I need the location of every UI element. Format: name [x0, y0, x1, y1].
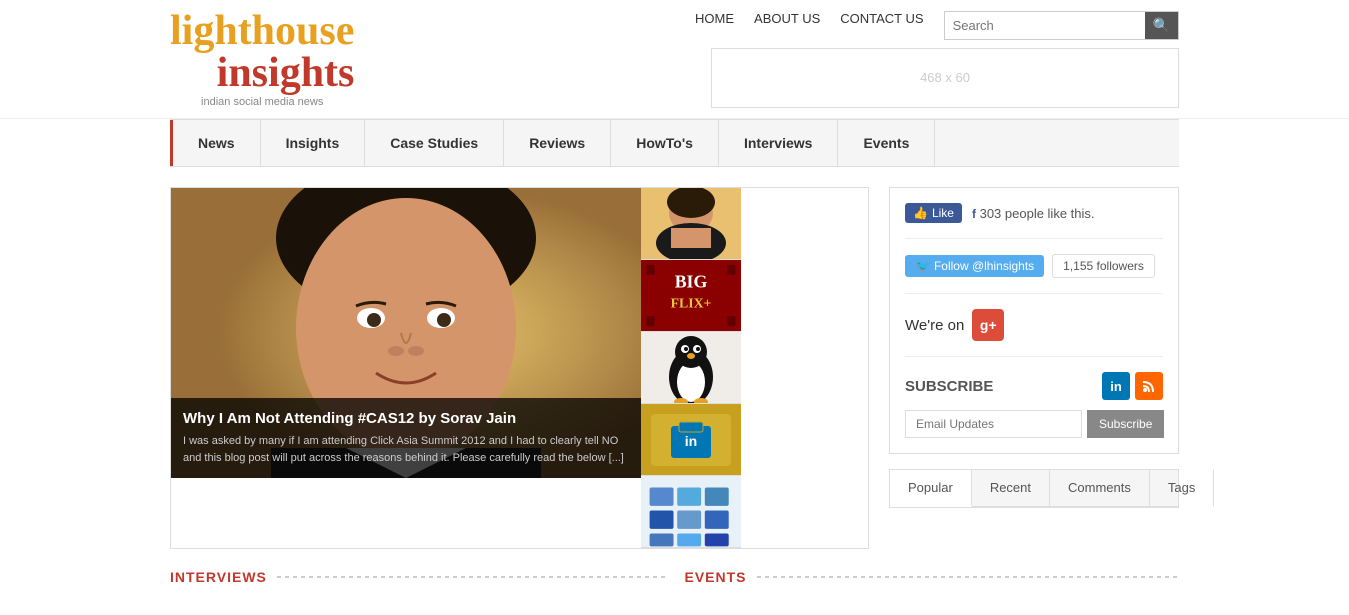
facebook-like-button[interactable]: 👍 Like	[905, 203, 962, 223]
fb-logo-icon: f	[972, 207, 976, 221]
twitter-follow-row: 🐦 Follow @lhinsights 1,155 followers	[905, 254, 1163, 294]
search-button[interactable]: 🔍	[1145, 12, 1178, 39]
tab-recent[interactable]: Recent	[972, 470, 1050, 506]
svg-text:BIG: BIG	[675, 272, 708, 292]
events-section: EVENTS	[685, 569, 1180, 595]
fb-count-text: 303 people like this.	[980, 206, 1095, 221]
events-header: EVENTS	[685, 569, 1180, 585]
nav-item-news[interactable]: News	[170, 120, 261, 166]
events-title: EVENTS	[685, 569, 747, 585]
sidebar-social-box: 👍 Like f 303 people like this. 🐦 Follow …	[889, 187, 1179, 454]
twitter-bird-icon: 🐦	[915, 259, 930, 273]
interviews-header: INTERVIEWS	[170, 569, 665, 585]
gplus-label: We're on	[905, 317, 964, 334]
featured-inner: Why I Am Not Attending #CAS12 by Sorav J…	[171, 188, 868, 548]
nav-item-reviews[interactable]: Reviews	[504, 120, 611, 166]
thumbnail-1[interactable]	[641, 188, 741, 260]
featured-caption: Why I Am Not Attending #CAS12 by Sorav J…	[171, 398, 641, 478]
subscribe-section: SUBSCRIBE in Subscri	[905, 372, 1163, 438]
search-input[interactable]	[945, 13, 1145, 38]
google-plus-row: We're on g+	[905, 309, 1163, 357]
interviews-section: INTERVIEWS	[170, 569, 665, 595]
subscribe-title: SUBSCRIBE	[905, 378, 993, 395]
thumbnail-5[interactable]	[641, 476, 741, 548]
logo[interactable]: lighthouse insights indian social media …	[170, 10, 354, 108]
sidebar: 👍 Like f 303 people like this. 🐦 Follow …	[889, 187, 1179, 549]
tab-tags[interactable]: Tags	[1150, 470, 1214, 506]
site-header: lighthouse insights indian social media …	[0, 0, 1349, 119]
nav-item-howtos[interactable]: HowTo's	[611, 120, 719, 166]
subscribe-icons: in	[1102, 372, 1163, 400]
main-content: Why I Am Not Attending #CAS12 by Sorav J…	[0, 167, 1349, 569]
nav-item-insights[interactable]: Insights	[261, 120, 366, 166]
featured-post[interactable]: Why I Am Not Attending #CAS12 by Sorav J…	[170, 187, 869, 549]
subscribe-form: Subscribe	[905, 410, 1163, 438]
main-navbar: News Insights Case Studies Reviews HowTo…	[170, 119, 1179, 167]
facebook-count: f 303 people like this.	[972, 206, 1095, 221]
logo-insights: insights	[170, 52, 354, 94]
twitter-follow-button[interactable]: 🐦 Follow @lhinsights	[905, 255, 1044, 277]
svg-text:FLIX+: FLIX+	[671, 295, 712, 310]
fb-thumb-icon: 👍	[913, 206, 928, 220]
fb-like-label: Like	[932, 206, 954, 220]
subscribe-header: SUBSCRIBE in	[905, 372, 1163, 400]
thumbnail-list: BIG FLIX+	[641, 188, 741, 548]
email-input[interactable]	[905, 410, 1082, 438]
content-area: Why I Am Not Attending #CAS12 by Sorav J…	[170, 187, 869, 549]
content-tabs: Popular Recent Comments Tags	[889, 469, 1179, 508]
header-right: HOME ABOUT US CONTACT US 🔍 468 x 60	[695, 11, 1179, 108]
featured-image: Why I Am Not Attending #CAS12 by Sorav J…	[171, 188, 641, 478]
google-plus-icon[interactable]: g+	[972, 309, 1004, 341]
ad-banner: 468 x 60	[711, 48, 1179, 108]
tab-comments[interactable]: Comments	[1050, 470, 1150, 506]
tabs-header: Popular Recent Comments Tags	[890, 470, 1178, 507]
thumbnail-4[interactable]: in	[641, 404, 741, 476]
header-nav: HOME ABOUT US CONTACT US 🔍	[695, 11, 1179, 40]
featured-title: Why I Am Not Attending #CAS12 by Sorav J…	[183, 410, 629, 427]
tab-popular[interactable]: Popular	[890, 470, 972, 507]
facebook-like-row: 👍 Like f 303 people like this.	[905, 203, 1163, 239]
twitter-follower-count: 1,155 followers	[1052, 254, 1155, 278]
nav-item-interviews[interactable]: Interviews	[719, 120, 838, 166]
search-box: 🔍	[944, 11, 1179, 40]
linkedin-icon[interactable]: in	[1102, 372, 1130, 400]
nav-home[interactable]: HOME	[695, 11, 734, 40]
thumbnail-3[interactable]	[641, 332, 741, 404]
nav-item-case-studies[interactable]: Case Studies	[365, 120, 504, 166]
logo-tagline: indian social media news	[170, 96, 354, 108]
interviews-divider	[277, 576, 665, 578]
thumbnail-2[interactable]: BIG FLIX+	[641, 260, 741, 332]
events-divider	[757, 576, 1179, 578]
svg-text:in: in	[685, 433, 697, 449]
interviews-title: INTERVIEWS	[170, 569, 267, 585]
nav-about[interactable]: ABOUT US	[754, 11, 820, 40]
subscribe-button[interactable]: Subscribe	[1087, 410, 1164, 438]
featured-excerpt: I was asked by many if I am attending Cl…	[183, 433, 629, 466]
bottom-sections: INTERVIEWS EVENTS	[0, 569, 1349, 615]
nav-item-events[interactable]: Events	[838, 120, 935, 166]
twitter-follow-label: Follow @lhinsights	[934, 259, 1034, 273]
rss-icon[interactable]	[1135, 372, 1163, 400]
logo-lighthouse: lighthouse	[170, 10, 354, 52]
nav-contact[interactable]: CONTACT US	[840, 11, 923, 40]
